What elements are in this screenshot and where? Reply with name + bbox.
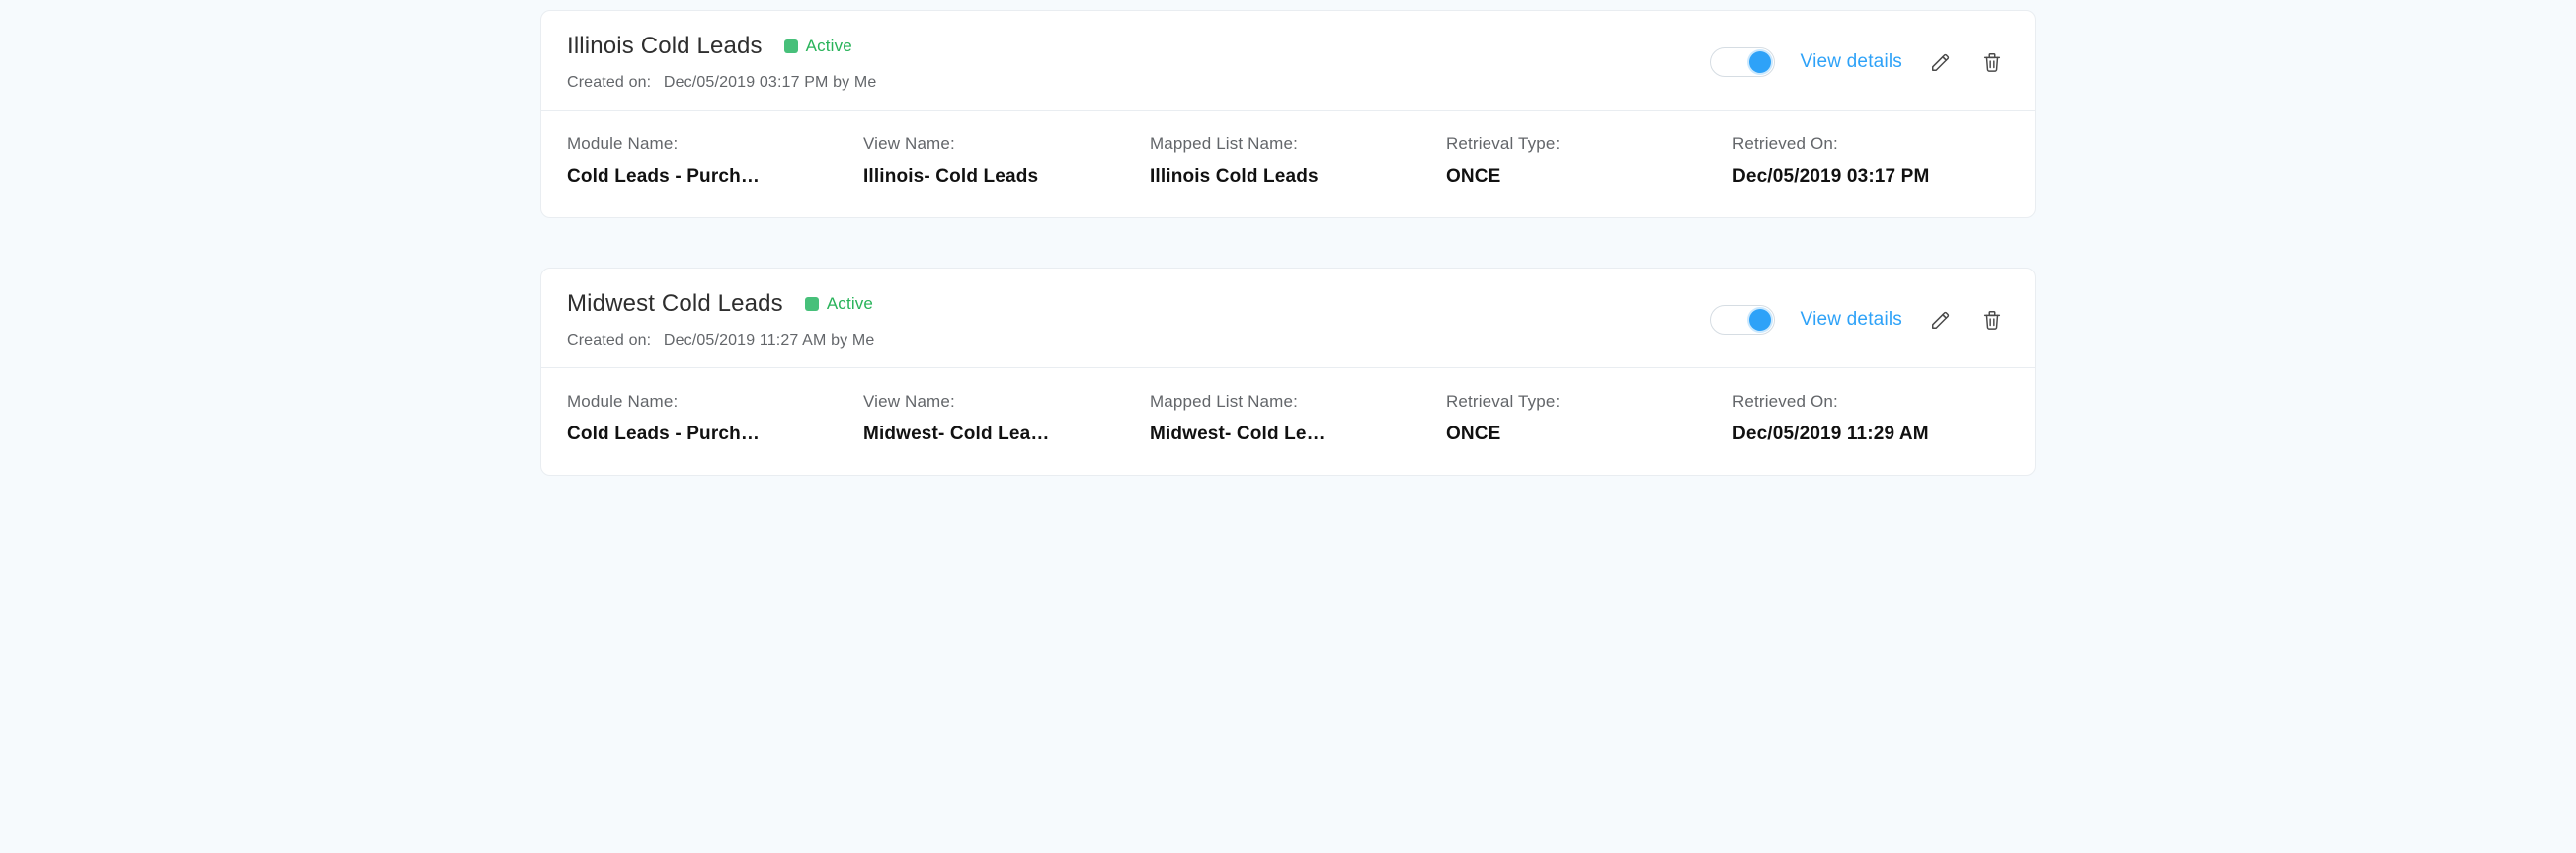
pencil-icon xyxy=(1930,51,1952,73)
card-head: Illinois Cold Leads Active Created on: D… xyxy=(541,11,2035,111)
created-on-label: Created on: xyxy=(567,332,651,349)
cell-mapped-list-name: Mapped List Name: Illinois Cold Leads xyxy=(1150,134,1407,188)
title-row: Illinois Cold Leads Active xyxy=(567,33,876,60)
head-right: View details xyxy=(1710,47,2009,77)
created-on: Created on: Dec/05/2019 11:27 AM by Me xyxy=(567,332,874,349)
status-dot xyxy=(784,39,798,53)
cell-retrieval-type: Retrieval Type: ONCE xyxy=(1446,392,1703,445)
view-name-label: View Name: xyxy=(863,392,1120,412)
card-head: Midwest Cold Leads Active Created on: De… xyxy=(541,269,2035,368)
trash-icon xyxy=(1981,51,2003,73)
toggle-knob xyxy=(1749,309,1771,331)
module-name-label: Module Name: xyxy=(567,134,824,154)
module-name-label: Module Name: xyxy=(567,392,824,412)
active-toggle[interactable] xyxy=(1710,47,1775,77)
created-on-value: Dec/05/2019 03:17 PM by Me xyxy=(664,74,877,91)
status-text: Active xyxy=(827,294,873,314)
card-body: Module Name: Cold Leads - Purch… View Na… xyxy=(541,111,2035,217)
cell-module-name: Module Name: Cold Leads - Purch… xyxy=(567,134,824,188)
retrieval-type-label: Retrieval Type: xyxy=(1446,134,1703,154)
cell-view-name: View Name: Midwest- Cold Lea… xyxy=(863,392,1120,445)
edit-button[interactable] xyxy=(1928,49,1954,75)
cell-retrieval-type: Retrieval Type: ONCE xyxy=(1446,134,1703,188)
trash-icon xyxy=(1981,309,2003,331)
created-on-label: Created on: xyxy=(567,74,651,91)
title-row: Midwest Cold Leads Active xyxy=(567,290,874,318)
card-title: Illinois Cold Leads xyxy=(567,33,763,60)
delete-button[interactable] xyxy=(1979,307,2005,333)
created-on-value: Dec/05/2019 11:27 AM by Me xyxy=(664,332,875,349)
retrieval-type-value: ONCE xyxy=(1446,166,1703,188)
retrieved-on-value: Dec/05/2019 11:29 AM xyxy=(1732,424,2009,445)
retrieval-type-label: Retrieval Type: xyxy=(1446,392,1703,412)
cell-module-name: Module Name: Cold Leads - Purch… xyxy=(567,392,824,445)
view-name-value: Midwest- Cold Lea… xyxy=(863,424,1120,445)
module-name-value: Cold Leads - Purch… xyxy=(567,166,824,188)
toggle-knob xyxy=(1749,51,1771,73)
view-details-link[interactable]: View details xyxy=(1801,309,1902,331)
module-name-value: Cold Leads - Purch… xyxy=(567,424,824,445)
mapped-list-name-label: Mapped List Name: xyxy=(1150,134,1407,154)
head-right: View details xyxy=(1710,305,2009,335)
card-illinois-cold-leads: Illinois Cold Leads Active Created on: D… xyxy=(540,10,2036,218)
cards-wrap: Illinois Cold Leads Active Created on: D… xyxy=(532,0,2044,505)
cell-view-name: View Name: Illinois- Cold Leads xyxy=(863,134,1120,188)
retrieved-on-label: Retrieved On: xyxy=(1732,392,2009,412)
cell-retrieved-on: Retrieved On: Dec/05/2019 03:17 PM xyxy=(1732,134,2009,188)
edit-button[interactable] xyxy=(1928,307,1954,333)
cell-retrieved-on: Retrieved On: Dec/05/2019 11:29 AM xyxy=(1732,392,2009,445)
status-text: Active xyxy=(806,37,852,56)
card-midwest-cold-leads: Midwest Cold Leads Active Created on: De… xyxy=(540,268,2036,476)
pencil-icon xyxy=(1930,309,1952,331)
status-badge: Active xyxy=(784,37,852,56)
active-toggle[interactable] xyxy=(1710,305,1775,335)
head-left: Midwest Cold Leads Active Created on: De… xyxy=(567,290,874,349)
view-name-label: View Name: xyxy=(863,134,1120,154)
view-name-value: Illinois- Cold Leads xyxy=(863,166,1120,188)
head-left: Illinois Cold Leads Active Created on: D… xyxy=(567,33,876,92)
mapped-list-name-label: Mapped List Name: xyxy=(1150,392,1407,412)
delete-button[interactable] xyxy=(1979,49,2005,75)
status-dot xyxy=(805,297,819,311)
retrieved-on-value: Dec/05/2019 03:17 PM xyxy=(1732,166,2009,188)
retrieval-type-value: ONCE xyxy=(1446,424,1703,445)
card-body: Module Name: Cold Leads - Purch… View Na… xyxy=(541,368,2035,475)
cell-mapped-list-name: Mapped List Name: Midwest- Cold Le… xyxy=(1150,392,1407,445)
created-on: Created on: Dec/05/2019 03:17 PM by Me xyxy=(567,74,876,92)
status-badge: Active xyxy=(805,294,873,314)
retrieved-on-label: Retrieved On: xyxy=(1732,134,2009,154)
card-title: Midwest Cold Leads xyxy=(567,290,783,318)
mapped-list-name-value: Illinois Cold Leads xyxy=(1150,166,1407,188)
mapped-list-name-value: Midwest- Cold Le… xyxy=(1150,424,1407,445)
view-details-link[interactable]: View details xyxy=(1801,51,1902,73)
